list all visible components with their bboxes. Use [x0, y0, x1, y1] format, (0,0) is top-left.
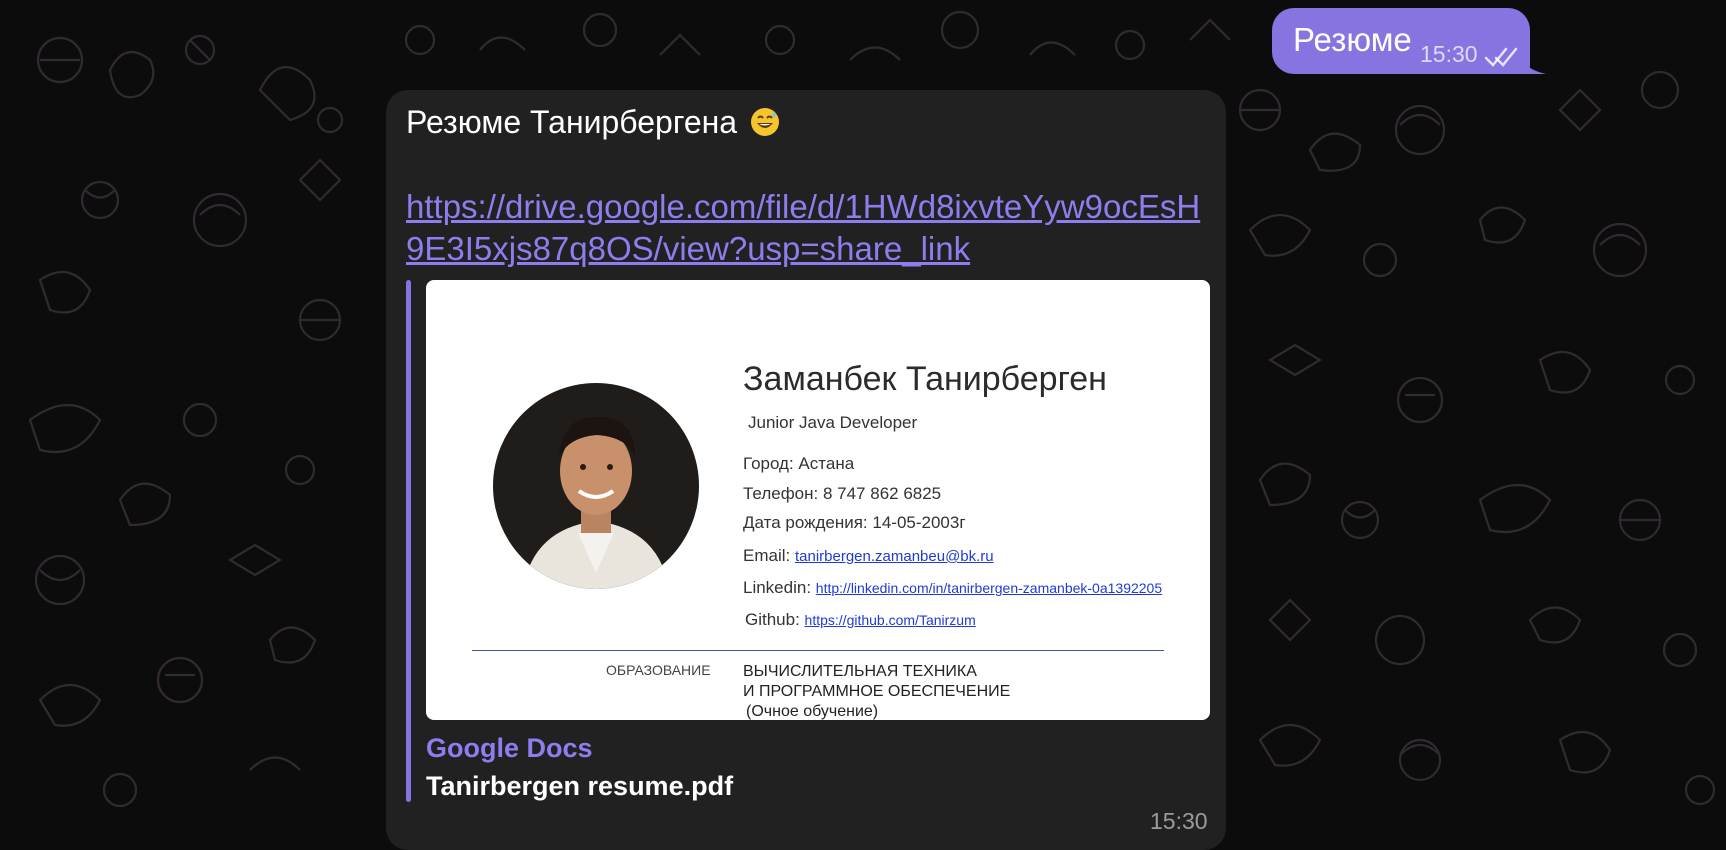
- cv-linkedin-link: http://linkedin.com/in/tanirbergen-zaman…: [815, 580, 1163, 596]
- cv-education-line: И ПРОГРАММНОЕ ОБЕСПЕЧЕНИЕ: [743, 683, 1011, 700]
- cv-role: Junior Java Developer: [748, 413, 918, 432]
- cv-github-link: https://github.com/Tanirzum: [804, 612, 976, 628]
- cv-education-line: ВЫЧИСЛИТЕЛЬНАЯ ТЕХНИКА: [743, 663, 977, 680]
- link-preview-site-name: Google Docs: [426, 733, 593, 763]
- link-preview-accent-bar: [406, 280, 411, 802]
- link-preview-image[interactable]: Заманбек Танирберген Junior Java Develop…: [426, 280, 1210, 720]
- incoming-message-time: 15:30: [1150, 808, 1208, 834]
- outgoing-message-time: 15:30: [1420, 41, 1478, 67]
- outgoing-message-text: Резюме: [1293, 21, 1412, 58]
- link-preview-title[interactable]: Tanirbergen resume.pdf: [426, 771, 733, 802]
- cv-github-row: Github: https://github.com/Tanirzum: [745, 610, 976, 630]
- cv-email-label: Email:: [743, 546, 791, 565]
- drive-link[interactable]: https://drive.google.com/file/d/1HWd8ixv…: [406, 186, 1216, 270]
- cv-email-row: Email: tanirbergen.zamanbeu@bk.ru: [743, 546, 994, 566]
- sweat-smile-emoji: [750, 108, 779, 136]
- cv-education: ВЫЧИСЛИТЕЛЬНАЯ ТЕХНИКА И ПРОГРАММНОЕ ОБЕ…: [743, 662, 1010, 720]
- cv-email-link: tanirbergen.zamanbeu@bk.ru: [794, 548, 994, 565]
- incoming-message-bubble[interactable]: Резюме Танирбергена https://drive.google…: [386, 90, 1226, 850]
- cv-linkedin-label: Linkedin:: [743, 578, 812, 597]
- cv-city: Город: Астана: [743, 454, 855, 473]
- cv-education-line: (Очное обучение): [746, 703, 879, 720]
- outgoing-bubble-tail: [1518, 50, 1546, 74]
- cv-name: Заманбек Танирберген: [743, 360, 1107, 398]
- cv-linkedin-row: Linkedin: http://linkedin.com/in/tanirbe…: [743, 578, 1162, 598]
- profile-photo: [493, 383, 699, 589]
- incoming-message-text: Резюме Танирбергена: [406, 104, 780, 141]
- cv-birth: Дата рождения: 14-05-2003г: [743, 513, 966, 532]
- cv-section-title: ОБРАЗОВАНИЕ: [606, 662, 711, 678]
- double-check-icon: [1484, 47, 1518, 67]
- outgoing-message-bubble[interactable]: Резюме 15:30: [1272, 8, 1530, 74]
- cv-github-label: Github:: [745, 610, 800, 629]
- cv-phone: Телефон: 8 747 862 6825: [743, 484, 942, 503]
- incoming-message-caption: Резюме Танирбергена: [406, 104, 738, 140]
- cv-divider: [472, 650, 1164, 651]
